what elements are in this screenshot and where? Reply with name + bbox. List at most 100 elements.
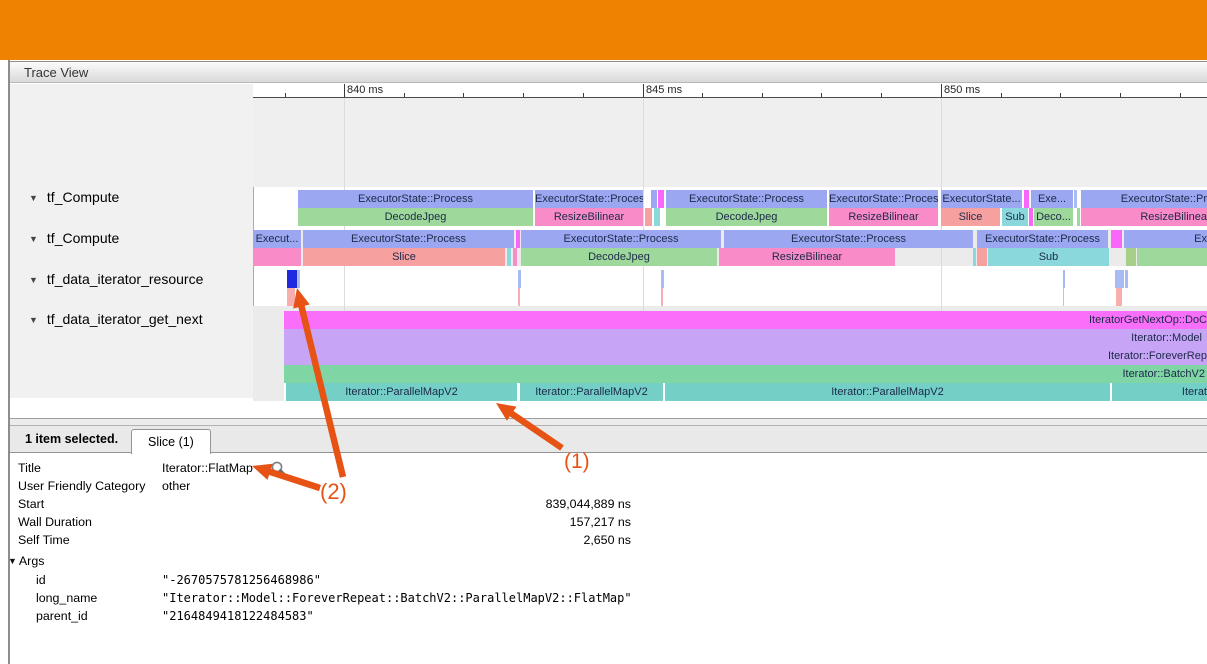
track-label: tf_data_iterator_get_next — [47, 311, 203, 327]
timeline-slice-sliver[interactable] — [1115, 270, 1124, 288]
ruler-minor-tick — [1060, 93, 1061, 97]
timeline-slice-iterator-parallelmapv2[interactable]: Iterator::ParallelMapV2 — [520, 383, 663, 401]
timeline-slice-sliver[interactable] — [645, 208, 652, 226]
timeline-slice-decodejpeg[interactable]: DecodeJpeg — [521, 248, 717, 266]
timeline-slice-sliver[interactable] — [1116, 288, 1122, 306]
args-header-label: Args — [19, 554, 44, 568]
timeline-slice-sliver[interactable] — [253, 248, 301, 266]
ruler-minor-tick — [583, 93, 584, 97]
timeline-slice-sliver[interactable] — [973, 248, 976, 266]
timeline-slice-sliver[interactable] — [1024, 190, 1029, 208]
timeline-slice-sliver[interactable] — [516, 230, 520, 248]
timeline-slice-iterator-foreverrep[interactable]: Iterator::ForeverRep — [284, 347, 1207, 365]
timeline-slice-sliver[interactable] — [1074, 190, 1077, 208]
track-label: tf_data_iterator_resource — [47, 271, 203, 287]
field-value-user-friendly-category: other — [162, 477, 190, 495]
timeline-slice-sliver[interactable] — [1063, 288, 1064, 306]
timeline-slice-decodejpeg[interactable]: DecodeJpeg — [298, 208, 533, 226]
arg-label-id: id — [36, 571, 46, 589]
collapse-triangle-icon[interactable]: ▼ — [29, 190, 38, 206]
field-label-user-friendly-category: User Friendly Category — [18, 477, 145, 495]
timeline-slice-sliver[interactable] — [287, 288, 295, 306]
timeline-slice-deco-[interactable]: Deco... — [1034, 208, 1073, 226]
sidebar-track-tf_Compute[interactable]: ▼ tf_Compute — [10, 189, 253, 205]
field-label-title: Title — [18, 459, 41, 477]
args-expander[interactable]: ▼Args — [8, 553, 44, 569]
timeline-slice-sub[interactable]: Sub — [1002, 208, 1028, 226]
ruler-minor-tick — [523, 93, 524, 97]
timeline-slice-sliver[interactable] — [513, 248, 517, 266]
timeline-slice-decodejpeg[interactable]: DecodeJpeg — [666, 208, 827, 226]
timeline-slice-iterator-model[interactable]: Iterator::Model — [284, 329, 1207, 347]
timeline-slice-iterat[interactable]: Iterat — [1112, 383, 1207, 401]
timeline-slice-sliver[interactable] — [1063, 270, 1065, 288]
timeline-slice-executorstate-process[interactable]: ExecutorState::Process — [535, 190, 643, 208]
timeline-slice-slice[interactable]: Slice — [941, 208, 1000, 226]
timeline-slice-executorstate-process[interactable]: ExecutorState::Process — [977, 230, 1108, 248]
top-banner — [0, 0, 1207, 60]
timeline-slice-execut-[interactable]: Execut... — [253, 230, 301, 248]
timeline-slice-iteratorgetnextop-doc[interactable]: IteratorGetNextOp::DoC — [284, 311, 1207, 329]
timeline-slice-sliver[interactable] — [651, 190, 657, 208]
timeline-slice-sliver[interactable] — [977, 248, 987, 266]
timeline-slice-resizebilinear[interactable]: ResizeBilinear — [829, 208, 938, 226]
timeline-slice-executorstate-process[interactable]: ExecutorState::Process — [724, 230, 973, 248]
timeline-slice-iterator-parallelmapv2[interactable]: Iterator::ParallelMapV2 — [286, 383, 517, 401]
collapse-triangle-icon[interactable]: ▼ — [29, 272, 38, 288]
track-label: tf_Compute — [47, 230, 119, 246]
timeline-ruler[interactable]: 840 ms845 ms850 ms — [253, 84, 1207, 98]
ruler-minor-tick — [404, 93, 405, 97]
timeline-empty-area — [253, 98, 1207, 187]
timeline-slice-sliver[interactable] — [654, 208, 660, 226]
timeline-slice-iterator-batchv2[interactable]: Iterator::BatchV2 — [284, 365, 1207, 383]
field-label-wall-duration: Wall Duration — [18, 513, 92, 531]
timeline-slice-executorstate-process[interactable]: ExecutorState::Process — [303, 230, 514, 248]
timeline-slice-sliver[interactable] — [287, 270, 297, 288]
collapse-triangle-icon[interactable]: ▼ — [29, 231, 38, 247]
timeline-slice-iterator-parallelmapv2[interactable]: Iterator::ParallelMapV2 — [665, 383, 1110, 401]
ruler-minor-tick — [1120, 93, 1121, 97]
collapse-triangle-icon[interactable]: ▼ — [29, 312, 38, 328]
arg-value-id: "-2670575781256468986" — [162, 571, 321, 589]
timeline-slice-executorstate-process[interactable]: ExecutorState::Process — [829, 190, 938, 208]
ruler-minor-tick — [1180, 93, 1181, 97]
timeline-slice-executorstate-[interactable]: ExecutorState... — [941, 190, 1022, 208]
track-label: tf_Compute — [47, 189, 119, 205]
timeline-slice-sliver[interactable] — [658, 190, 664, 208]
args-triangle-icon[interactable]: ▼ — [8, 553, 17, 569]
sidebar-track-tf_data_iterator_resource[interactable]: ▼ tf_data_iterator_resource — [10, 271, 253, 287]
timeline-slice-sliver[interactable] — [1029, 208, 1033, 226]
timeline-slice-exe-[interactable]: Exe... — [1031, 190, 1073, 208]
timeline-slice-slice[interactable]: Slice — [303, 248, 505, 266]
timeline-slice-ex[interactable]: Ex — [1124, 230, 1207, 248]
field-value-title: Iterator::FlatMap — [162, 459, 253, 477]
timeline-slice-sliver[interactable] — [1137, 248, 1207, 266]
magnifier-icon[interactable] — [270, 460, 287, 477]
ruler-minor-tick — [1001, 93, 1002, 97]
timeline-slice-sliver[interactable] — [518, 270, 521, 288]
timeline-slice-sliver[interactable] — [518, 288, 520, 306]
timeline-slice-sub[interactable]: Sub — [988, 248, 1109, 266]
sidebar-track-tf_Compute[interactable]: ▼ tf_Compute — [10, 230, 253, 246]
timeline-slice-resizebilinear[interactable]: ResizeBilinear — [535, 208, 643, 226]
timeline-slice-executorstate-process[interactable]: ExecutorState::Process — [666, 190, 827, 208]
timeline-slice-sliver[interactable] — [297, 270, 300, 288]
timeline-slice-executorstate-pr[interactable]: ExecutorState::Pr — [1081, 190, 1207, 208]
timeline-slice-sliver[interactable] — [1126, 248, 1136, 266]
tab-slice[interactable]: Slice (1) — [131, 429, 211, 454]
timeline-slice-executorstate-process[interactable]: ExecutorState::Process — [298, 190, 533, 208]
timeline-slice-executorstate-process[interactable]: ExecutorState::Process — [521, 230, 721, 248]
timeline-slice-resizebilinear[interactable]: ResizeBilinear — [719, 248, 895, 266]
panel-splitter[interactable] — [10, 418, 1207, 426]
sidebar-track-tf_data_iterator_get_next[interactable]: ▼ tf_data_iterator_get_next — [10, 311, 253, 327]
trace-viewer-window: Trace View ▼tf_Compute▼tf_Compute▼tf_dat… — [0, 0, 1207, 664]
timeline-slice-sliver[interactable] — [661, 288, 663, 306]
timeline-slice-sliver[interactable] — [507, 248, 511, 266]
timeline-slice-sliver[interactable] — [1125, 270, 1128, 288]
timeline-slice-sliver[interactable] — [661, 270, 664, 288]
ruler-minor-tick — [463, 93, 464, 97]
timeline-slice-sliver[interactable] — [1077, 208, 1080, 226]
timeline-slice-resizebilinea[interactable]: ResizeBilinea — [1081, 208, 1207, 226]
timeline-slice-sliver[interactable] — [1111, 230, 1122, 248]
ruler-minor-tick — [702, 93, 703, 97]
